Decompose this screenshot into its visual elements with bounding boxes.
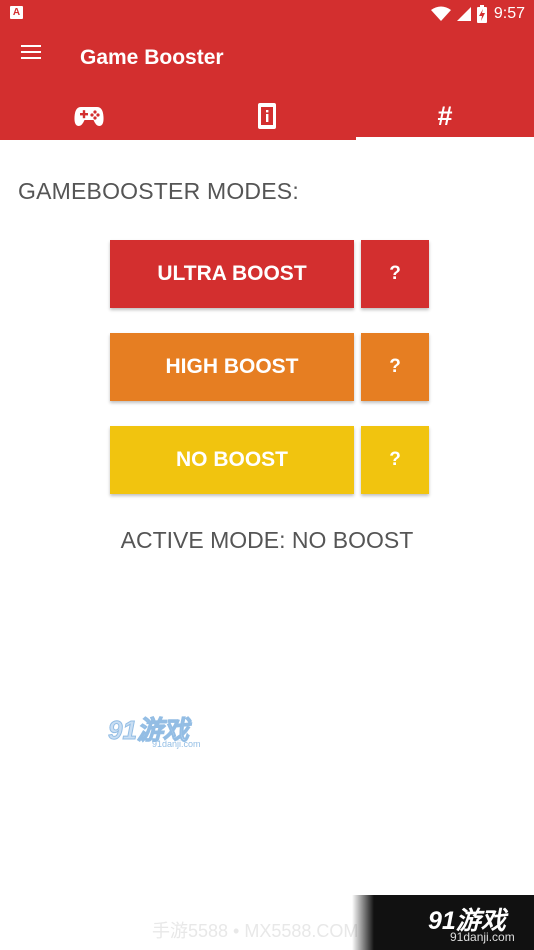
high-boost-button[interactable]: HIGH BOOST	[110, 333, 354, 401]
corner-badge-sub: 91danji.com	[450, 930, 515, 944]
tab-games[interactable]	[0, 92, 178, 140]
notification-app-icon: A	[10, 6, 23, 19]
app-bar: Game Booster #	[0, 28, 534, 140]
status-bar: A 9:57	[0, 0, 534, 28]
phone-info-icon	[258, 103, 276, 129]
corner-watermark-badge: 91游戏 91danji.com	[352, 895, 534, 950]
no-boost-help-button[interactable]: ?	[361, 426, 429, 494]
gamepad-icon	[74, 107, 104, 126]
menu-button[interactable]	[14, 38, 48, 66]
ultra-boost-help-button[interactable]: ?	[361, 240, 429, 308]
tab-indicator	[356, 137, 534, 140]
no-boost-button[interactable]: NO BOOST	[110, 426, 354, 494]
high-boost-help-button[interactable]: ?	[361, 333, 429, 401]
tab-bar: #	[0, 92, 534, 140]
status-time: 9:57	[493, 5, 525, 22]
section-heading: GAMEBOOSTER MODES:	[18, 178, 299, 204]
svg-text:91danji.com: 91danji.com	[152, 739, 201, 749]
ultra-boost-button[interactable]: ULTRA BOOST	[110, 240, 354, 308]
wifi-icon	[430, 6, 451, 21]
battery-charging-icon	[476, 5, 487, 23]
hash-icon: #	[437, 100, 453, 131]
tab-hash[interactable]: #	[356, 92, 534, 140]
watermark-bottom-text: 手游5588 • MX5588.COM	[152, 921, 359, 941]
app-title: Game Booster	[80, 46, 224, 69]
status-icons: 9:57	[430, 3, 525, 25]
signal-icon	[456, 7, 471, 21]
active-mode-label: ACTIVE MODE: NO BOOST	[120, 527, 414, 553]
watermark-logo: 91游戏 91danji.com	[108, 715, 201, 750]
tab-device-info[interactable]	[178, 92, 356, 140]
